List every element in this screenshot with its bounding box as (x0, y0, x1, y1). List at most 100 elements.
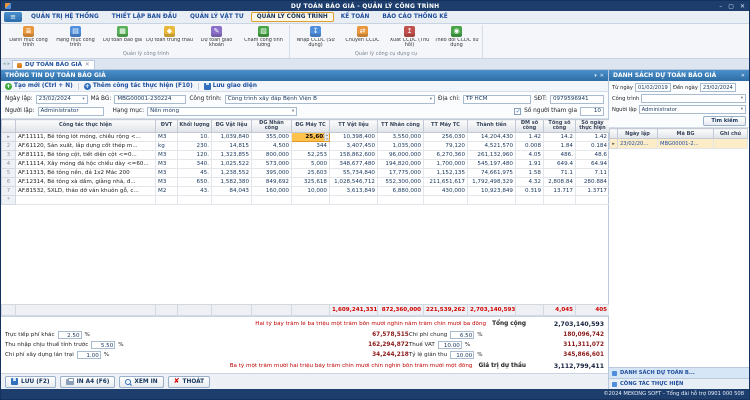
grid-cell[interactable]: AF.12314, Bê tông xà dầm, giằng nhà, đ..… (16, 178, 156, 187)
ribbon-button[interactable]: ✎Dự toán giao khoán (193, 25, 240, 51)
grid-cell[interactable]: 71.1 (544, 169, 576, 178)
grid-cell[interactable]: 4,521,570 (468, 142, 516, 151)
grid-cell[interactable]: 1,582,380 (212, 178, 252, 187)
participants-checkbox[interactable] (514, 108, 521, 115)
sidebar-tab-2[interactable]: CÔNG TÁC THỰC HIỆN (609, 378, 749, 389)
selected-cell-editor[interactable]: 25,603▴▾ (292, 133, 330, 142)
grid-cell[interactable]: 1,039,840 (212, 133, 252, 142)
grid-cell[interactable]: 4.32 (516, 178, 544, 187)
to-date-input[interactable]: 23/02/2024 (700, 83, 736, 92)
grid-column-header[interactable]: Khối lượng (178, 120, 212, 133)
grid-cell[interactable]: 79,120 (424, 142, 468, 151)
action-button-3[interactable]: XEM IN (119, 376, 163, 388)
right-fee-percent-input[interactable]: 10.00 (450, 351, 474, 359)
new-button[interactable]: + Tạo mới (Ctrl + N) (5, 83, 73, 90)
add-task-button[interactable]: + Thêm công tác thực hiện (F10) (84, 83, 193, 90)
phone-input[interactable]: 0979596941 (550, 95, 604, 104)
grid-cell[interactable]: 10,398,400 (330, 133, 378, 142)
grid-column-header[interactable]: ĐG Nhân công (252, 120, 292, 133)
grid-column-header[interactable]: Tổng số công (544, 120, 576, 133)
sidebar-empty-area[interactable] (609, 149, 749, 367)
ribbon-button[interactable]: ▧Chấm công tính lương (240, 25, 287, 51)
grid-column-header[interactable]: TT Vật liệu (330, 120, 378, 133)
menu-tab-1[interactable]: QUẢN TRỊ HỆ THỐNG (25, 12, 105, 22)
grid-column-header[interactable]: ĐM số công (516, 120, 544, 133)
grid-cell[interactable]: 395,000 (252, 169, 292, 178)
grid-cell[interactable]: AF.81532, SXLD, tháo dỡ ván khuôn gỗ, c.… (16, 187, 156, 196)
grid-cell[interactable]: 800,000 (252, 151, 292, 160)
grid-column-header[interactable]: Công tác thực hiện (16, 120, 156, 133)
chevron-down-icon[interactable]: ▾ (290, 109, 294, 114)
grid-cell[interactable]: 1.42 (516, 133, 544, 142)
menu-tab-6[interactable]: BÁO CÁO THỐNG KÊ (376, 12, 453, 22)
grid-cell[interactable]: 158,862,600 (330, 151, 378, 160)
left-fee-percent-input[interactable]: 1.00 (77, 351, 101, 359)
grid-cell[interactable]: 0.008 (516, 142, 544, 151)
grid-cell[interactable]: 25,603 (292, 169, 330, 178)
chevron-down-icon[interactable]: ▾ (428, 97, 432, 102)
grid-cell[interactable] (378, 196, 424, 205)
address-input[interactable]: TP HCM (463, 95, 531, 104)
grid-cell[interactable]: 1,028,546,712 (330, 178, 378, 187)
grid-cell[interactable]: 10,923,849 (468, 187, 516, 196)
grid-cell[interactable]: AF.61120, Sản xuất, lắp dựng cốt thép m.… (16, 142, 156, 151)
action-button-4[interactable]: ✘THOÁT (168, 376, 210, 388)
ribbon-button[interactable]: ⇄Chuyển CCDC (339, 25, 386, 51)
grid-cell[interactable]: 64.94 (576, 160, 610, 169)
close-button[interactable]: ✕ (740, 3, 745, 10)
grid-cell[interactable]: 4.05 (516, 151, 544, 160)
grid-cell[interactable] (156, 196, 178, 205)
sidebar-grid-cell[interactable] (714, 139, 748, 149)
grid-cell[interactable]: 256,030 (424, 133, 468, 142)
grid-cell[interactable]: kg (156, 142, 178, 151)
grid-cell[interactable] (468, 196, 516, 205)
grid-cell[interactable]: 5,000 (292, 160, 330, 169)
doc-tab-du-toan-bao-gia[interactable]: DỰ TOÁN BÁO GIÁ ✕ (12, 60, 95, 69)
sidebar-list-row[interactable]: ▸23/02/20...MBG00001-2... (610, 139, 748, 149)
participants-input[interactable]: 10 (580, 107, 604, 116)
grid-cell[interactable]: 344 (292, 142, 330, 151)
grid-cell[interactable]: 45. (178, 169, 212, 178)
ribbon-button[interactable]: ▦Dự toán báo giá (99, 25, 146, 51)
tab-scroll-right-icon[interactable]: ▸ (8, 61, 11, 67)
grid-cell[interactable]: 96,000,000 (378, 151, 424, 160)
grid-cell[interactable]: AF.11111, Bê tông lót móng, chiều rộng <… (16, 133, 156, 142)
grid-cell[interactable]: M3 (156, 133, 178, 142)
grid-cell[interactable]: 14.2 (544, 133, 576, 142)
grid-cell[interactable]: 280.884 (576, 178, 610, 187)
grid-column-header[interactable]: TT Máy TC (424, 120, 468, 133)
panel-close-icon[interactable]: ✕ (600, 73, 604, 79)
ribbon-button[interactable]: ↥Xuất CCDC (Thu hồi) (386, 25, 433, 51)
tab-scroll-left-icon[interactable]: ◂ (3, 61, 6, 67)
grid-cell[interactable]: 55,734,840 (330, 169, 378, 178)
grid-cell[interactable] (576, 196, 610, 205)
grid-cell[interactable]: 348,677,480 (330, 160, 378, 169)
ribbon-button[interactable]: ↧Nhập CCDC (Sử dụng) (292, 25, 339, 51)
grid-cell[interactable]: 14,815 (212, 142, 252, 151)
sidebar-creator-input[interactable]: Administrator▾ (639, 105, 746, 114)
search-button[interactable]: Tìm kiếm (703, 116, 746, 126)
grid-column-header[interactable]: ĐG Vật liệu (212, 120, 252, 133)
sidebar-tab-1[interactable]: DANH SÁCH DỰ TOÁN B... (609, 367, 749, 378)
grid-cell[interactable]: 2,808.84 (544, 178, 576, 187)
grid-cell[interactable]: 486. (544, 151, 576, 160)
grid-cell[interactable]: 3,407,450 (330, 142, 378, 151)
grid-cell[interactable]: 340. (178, 160, 212, 169)
sidebar-grid-cell[interactable]: 23/02/20... (618, 139, 658, 149)
sidebar-grid-cell[interactable]: MBG00001-2... (658, 139, 714, 149)
grid-cell[interactable]: 1.84 (544, 142, 576, 151)
grid-cell[interactable]: 650. (178, 178, 212, 187)
grid-cell[interactable] (212, 196, 252, 205)
sidebar-close-icon[interactable]: ✕ (741, 73, 745, 79)
grid-cell[interactable]: 120. (178, 151, 212, 160)
panel-pin-icon[interactable]: ▾ (594, 73, 597, 79)
grid-cell[interactable]: 1.42 (576, 133, 610, 142)
grid-cell[interactable]: 10,000 (292, 187, 330, 196)
grid-column-header[interactable]: TT Nhân công (378, 120, 424, 133)
grid-cell[interactable] (544, 196, 576, 205)
grid-cell[interactable]: 325,618 (292, 178, 330, 187)
ribbon-button[interactable]: ▤Hạng mục công trình (52, 25, 99, 51)
grid-column-header[interactable]: Số ngày thực hiện (576, 120, 610, 133)
grid-cell[interactable]: 230. (178, 142, 212, 151)
grid-cell[interactable]: M3 (156, 169, 178, 178)
